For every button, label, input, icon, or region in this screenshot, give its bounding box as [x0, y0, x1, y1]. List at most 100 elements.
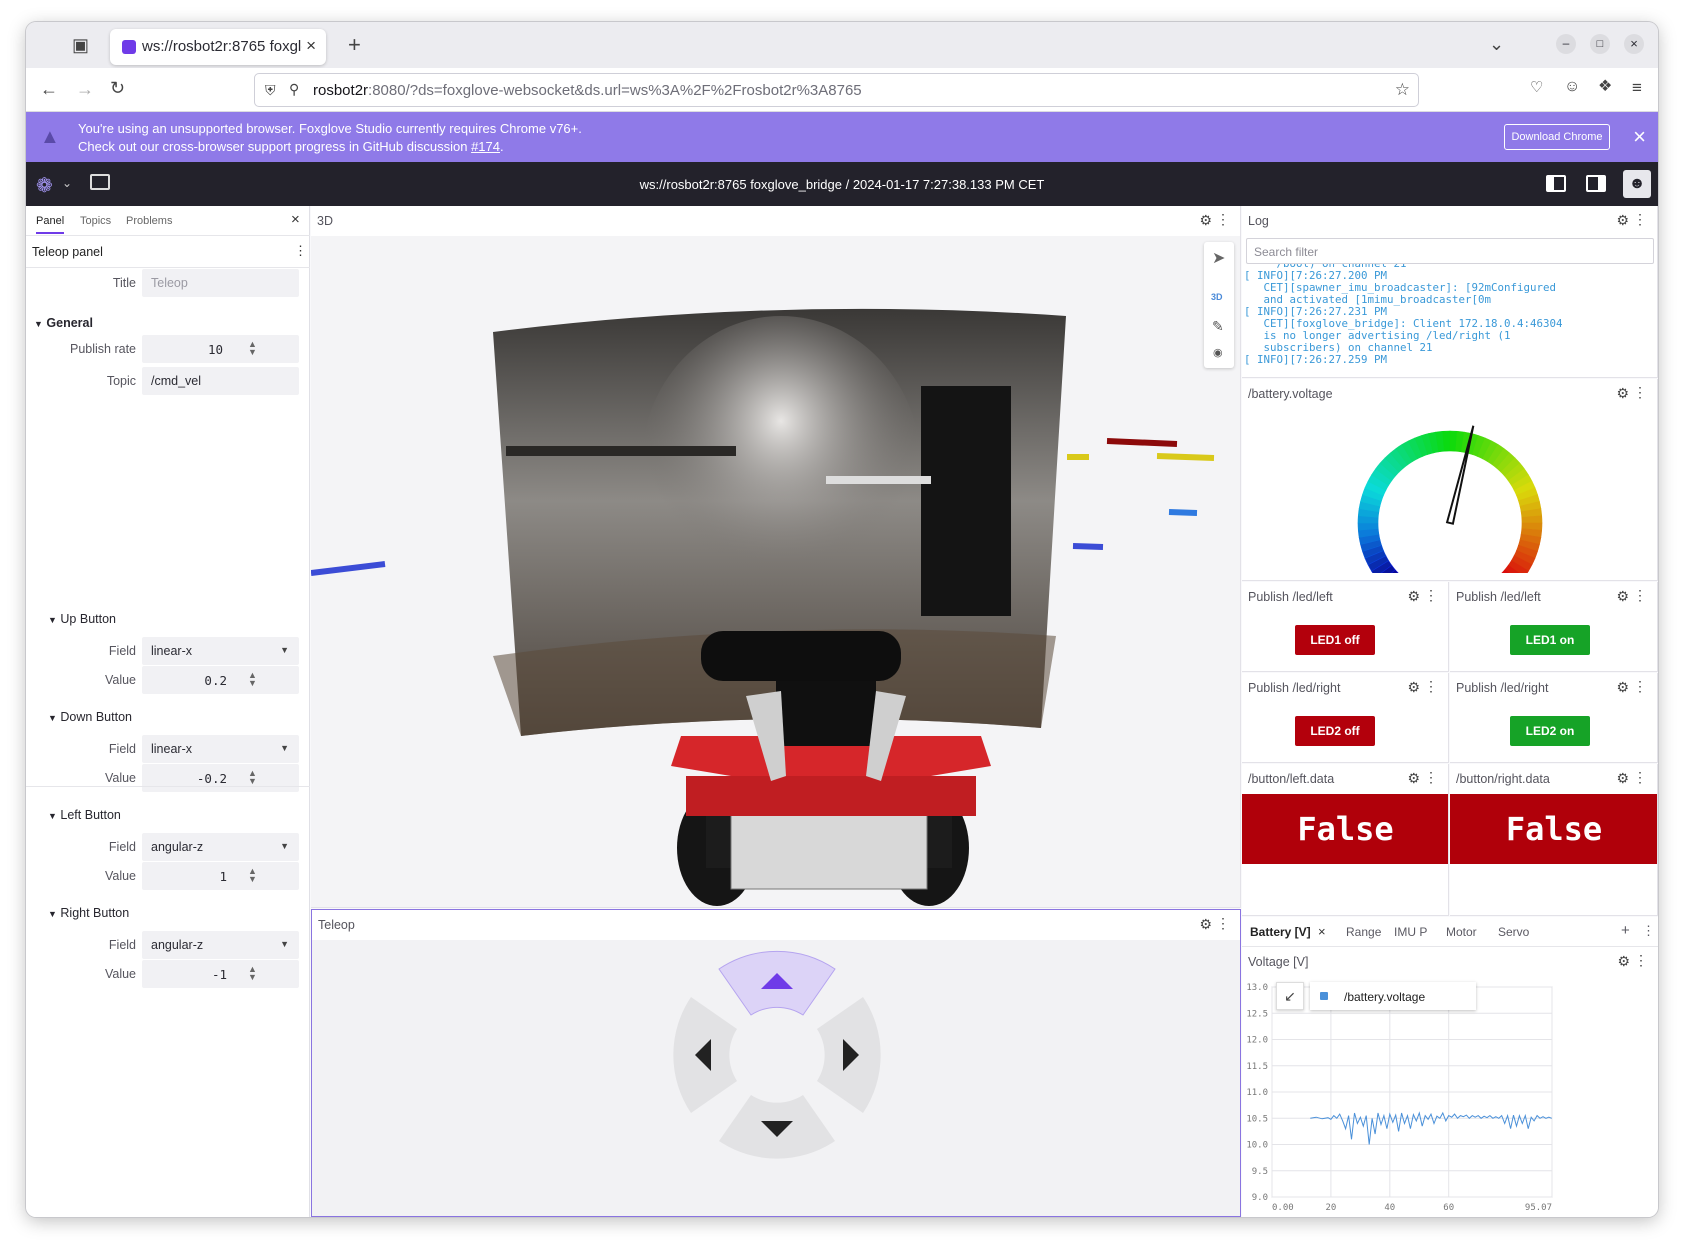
list-all-tabs-icon[interactable]: ⌄	[1489, 35, 1504, 53]
settings-gear-icon[interactable]: ⚙	[1616, 770, 1629, 787]
led-publish-button[interactable]: LED2 off	[1295, 716, 1375, 746]
settings-gear-icon[interactable]: ⚙	[1199, 212, 1212, 229]
button-field-row: Field linear-x ▼	[26, 735, 310, 763]
left-sidebar-toggle-icon[interactable]	[1546, 175, 1566, 192]
maximize-icon[interactable]: □	[1590, 34, 1610, 54]
panel-menu-icon[interactable]: ⋮	[1633, 384, 1647, 401]
close-window-icon[interactable]: ×	[1624, 34, 1644, 54]
general-section[interactable]: ▼ General	[34, 316, 93, 330]
collapse-legend-icon[interactable]: ↙	[1276, 982, 1304, 1010]
settings-gear-icon[interactable]: ⚙	[1617, 953, 1630, 970]
panel-menu-icon[interactable]: ⋮	[1634, 952, 1648, 969]
panel-menu-icon[interactable]: ⋮	[1633, 587, 1647, 604]
url-text[interactable]: rosbot2r:8080/?ds=foxglove-websocket&ds.…	[313, 82, 862, 99]
shield-icon[interactable]: ⛨	[265, 82, 276, 99]
tab-motor[interactable]: Motor	[1446, 925, 1477, 939]
lock-insecure-icon[interactable]: ⚲	[289, 81, 299, 98]
3d-scene[interactable]	[311, 236, 1241, 908]
field-select[interactable]: angular-z ▼	[142, 931, 299, 959]
panel-menu-icon[interactable]: ⋮	[1633, 769, 1647, 786]
stepper-icon[interactable]: ▲ ▼	[248, 965, 257, 982]
browser-tab[interactable]: ws://rosbot2r:8765 foxglove_bridge ×	[110, 29, 326, 65]
panel-menu-icon[interactable]: ⋮	[1633, 211, 1647, 228]
url-bar[interactable]: ⛨ ⚲ rosbot2r:8080/?ds=foxglove-websocket…	[254, 73, 1419, 107]
button-section[interactable]: ▼ Left Button	[48, 808, 121, 822]
tab-battery[interactable]: Battery [V]	[1250, 925, 1311, 939]
value-input[interactable]: 1 ▲ ▼	[142, 862, 299, 890]
close-sidebar-icon[interactable]: ×	[291, 211, 300, 228]
new-tab-icon[interactable]: +	[348, 34, 361, 56]
stepper-icon[interactable]: ▲ ▼	[248, 340, 257, 357]
bookmark-star-icon[interactable]: ☆	[1395, 80, 1410, 100]
pocket-icon[interactable]: ♡	[1530, 80, 1543, 95]
y-tick-label: 11.0	[1246, 1088, 1268, 1098]
tab-list-icon[interactable]: ▣	[72, 36, 89, 54]
tab-topics[interactable]: Topics	[80, 215, 111, 227]
panel-menu-icon[interactable]: ⋮	[1216, 211, 1230, 228]
button-field-row: Field linear-x ▼	[26, 637, 310, 665]
settings-gear-icon[interactable]: ⚙	[1407, 588, 1420, 605]
panel-menu-icon[interactable]: ⋮	[1633, 678, 1647, 695]
value-input[interactable]: 0.2 ▲ ▼	[142, 666, 299, 694]
value-input[interactable]: -0.2 ▲ ▼	[142, 764, 299, 792]
tab-panel[interactable]: Panel	[36, 215, 65, 234]
settings-gear-icon[interactable]: ⚙	[1407, 679, 1420, 696]
panel-menu-icon[interactable]: ⋮	[1424, 678, 1438, 695]
reload-icon[interactable]: ↻	[110, 79, 125, 97]
close-banner-icon[interactable]: ×	[1633, 124, 1646, 150]
foxglove-favicon-icon	[122, 40, 136, 54]
back-icon[interactable]: ←	[40, 80, 58, 98]
settings-gear-icon[interactable]: ⚙	[1616, 385, 1629, 402]
settings-gear-icon[interactable]: ⚙	[1199, 916, 1212, 933]
3d-panel[interactable]: 3D ⚙ ⋮ ➤ 3D ✎ ◉	[311, 206, 1241, 908]
download-chrome-button[interactable]: Download Chrome	[1504, 124, 1610, 150]
log-search-input[interactable]: Search filter	[1246, 238, 1654, 264]
close-tab-icon[interactable]: ×	[306, 36, 316, 56]
button-value-row: Value 0.2 ▲ ▼	[26, 666, 310, 694]
settings-gear-icon[interactable]: ⚙	[1407, 770, 1420, 787]
topic-input[interactable]: /cmd_vel	[142, 367, 299, 395]
url-path: :8080/?ds=foxglove-websocket&ds.url=ws%3…	[368, 82, 862, 99]
minimize-icon[interactable]: –	[1556, 34, 1576, 54]
title-input[interactable]: Teleop	[142, 269, 299, 297]
tab-problems[interactable]: Problems	[126, 215, 172, 227]
extensions-icon[interactable]: ❖	[1598, 79, 1612, 95]
settings-gear-icon[interactable]: ⚙	[1616, 212, 1629, 229]
right-sidebar-toggle-icon[interactable]	[1586, 175, 1606, 192]
stepper-icon[interactable]: ▲ ▼	[248, 867, 257, 884]
add-tab-icon[interactable]: +	[1621, 922, 1630, 939]
settings-gear-icon[interactable]: ⚙	[1616, 588, 1629, 605]
led-publish-button[interactable]: LED1 off	[1295, 625, 1375, 655]
menu-icon[interactable]: ≡	[1632, 79, 1642, 96]
panel-menu-icon[interactable]: ⋮	[1424, 587, 1438, 604]
field-select[interactable]: linear-x ▼	[142, 735, 299, 763]
forward-icon[interactable]: →	[76, 80, 94, 98]
teleop-dpad[interactable]	[672, 950, 882, 1160]
led-publish-button[interactable]: LED2 on	[1510, 716, 1590, 746]
tab-range[interactable]: Range	[1346, 925, 1381, 939]
tab-servo[interactable]: Servo	[1498, 925, 1529, 939]
led-publish-button[interactable]: LED1 on	[1510, 625, 1590, 655]
tab-imu[interactable]: IMU P	[1394, 925, 1427, 939]
voltage-plot[interactable]: 13.0 12.5 12.0 11.5 11.0 10.5 10.0 9.5 9.0 0.00 20…	[1242, 975, 1658, 1215]
publish-rate-input[interactable]: 10 ▲ ▼	[142, 335, 299, 363]
button-section[interactable]: ▼ Down Button	[48, 710, 132, 724]
field-select[interactable]: linear-x ▼	[142, 637, 299, 665]
tab-menu-icon[interactable]: ⋮	[1642, 923, 1655, 939]
dropdown-caret-icon: ▼	[280, 841, 289, 851]
teleop-panel[interactable]: Teleop ⚙ ⋮	[311, 909, 1241, 1217]
account-icon[interactable]: ☺	[1564, 79, 1580, 95]
user-icon[interactable]: ☻	[1623, 170, 1651, 198]
field-select[interactable]: angular-z ▼	[142, 833, 299, 861]
panel-menu-icon[interactable]: ⋮	[1424, 769, 1438, 786]
value-input[interactable]: -1 ▲ ▼	[142, 960, 299, 988]
stepper-icon[interactable]: ▲ ▼	[248, 769, 257, 786]
settings-gear-icon[interactable]: ⚙	[1616, 679, 1629, 696]
stepper-icon[interactable]: ▲ ▼	[248, 671, 257, 688]
github-discussion-link[interactable]: #174	[471, 139, 500, 154]
close-tab-icon[interactable]: ×	[1318, 924, 1326, 939]
panel-options-icon[interactable]: ⋮	[294, 243, 307, 259]
button-section[interactable]: ▼ Right Button	[48, 906, 129, 920]
panel-menu-icon[interactable]: ⋮	[1216, 915, 1230, 932]
button-section[interactable]: ▼ Up Button	[48, 612, 116, 626]
